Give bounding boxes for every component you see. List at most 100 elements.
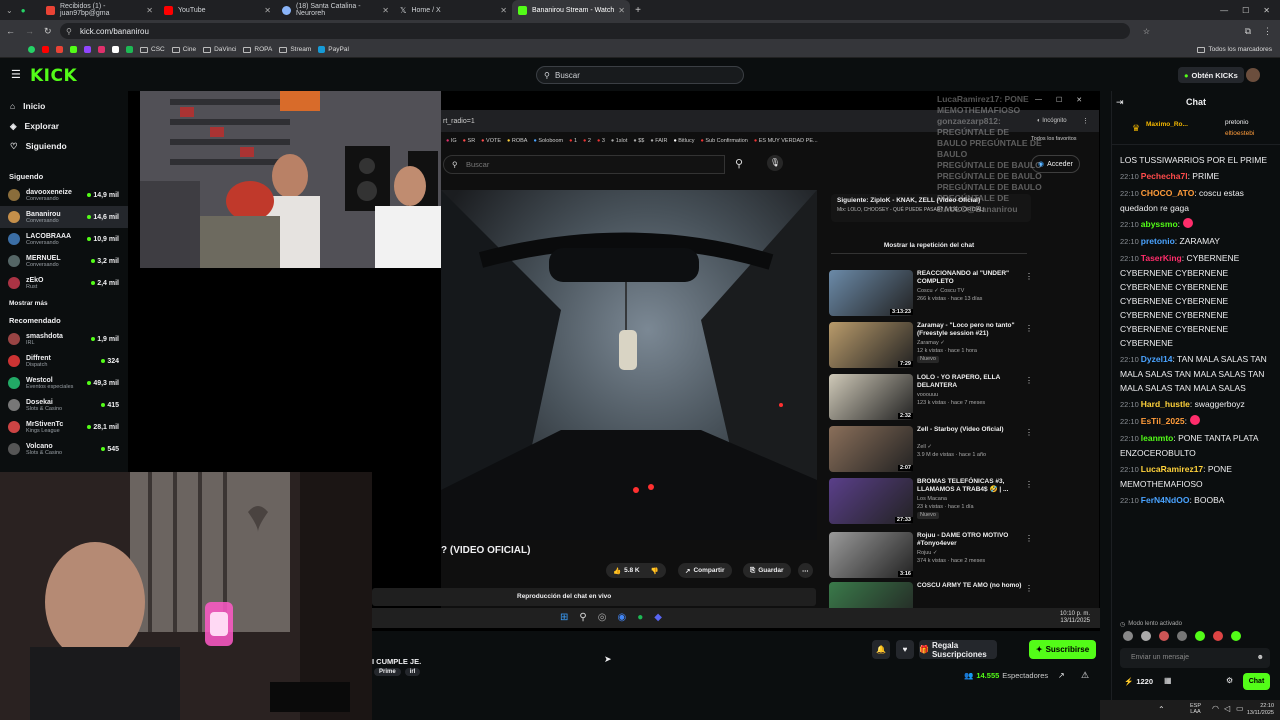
tab-kick-active[interactable]: Bananirou Stream - Watch ✕ — [512, 0, 630, 20]
site-info-icon[interactable]: ⚲ — [66, 27, 72, 36]
sidebar-channel[interactable]: Westcol Eventos especiales 49,3 mil — [0, 372, 128, 394]
message-username[interactable]: abyssmo — [1141, 219, 1178, 229]
close-tab-icon[interactable]: ✕ — [618, 6, 625, 15]
tab-youtube[interactable]: YouTube ✕ — [158, 0, 276, 20]
message-username[interactable]: leanmto — [1141, 433, 1174, 443]
settings-icon[interactable]: ⚙ — [1226, 676, 1233, 685]
emote-icon[interactable] — [1159, 631, 1169, 641]
user-avatar[interactable] — [1246, 68, 1260, 82]
whatsapp-tab-icon[interactable]: ● — [21, 6, 26, 15]
emoji-icon[interactable]: ☻ — [1257, 648, 1264, 668]
twitch-icon[interactable] — [84, 46, 91, 53]
sidebar-channel[interactable]: Bananirou Conversando 14,6 mil — [0, 206, 128, 228]
message-username[interactable]: pretonio — [1141, 236, 1175, 246]
collapse-chat-icon[interactable]: ⇥ — [1116, 97, 1124, 108]
all-bookmarks[interactable]: Todos los marcadores — [1197, 46, 1272, 53]
close-tab-icon[interactable]: ✕ — [146, 6, 153, 15]
top-user-3[interactable]: eltioestebi — [1225, 130, 1254, 137]
message-username[interactable]: CHOCO_ATO — [1141, 188, 1195, 198]
system-clock[interactable]: 22:10 13/11/2025 — [1247, 703, 1274, 717]
notification-bell-button[interactable]: 🔔 — [872, 640, 890, 659]
sidebar-channel[interactable]: MERNUEL Conversando 3,2 mil — [0, 250, 128, 272]
spotify-icon[interactable] — [126, 46, 133, 53]
kick-icon[interactable] — [70, 46, 77, 53]
sidebar-channel[interactable]: MrStivenTc Kings League 28,1 mil — [0, 416, 128, 438]
emote-icon[interactable] — [1213, 631, 1223, 641]
minimize-icon[interactable]: — — [1220, 6, 1228, 15]
new-tab-button[interactable]: + — [630, 5, 646, 16]
close-tab-icon[interactable]: ✕ — [500, 6, 507, 15]
tag-irl[interactable]: irl — [404, 668, 421, 676]
bookmark-folder-csc[interactable]: CSC — [140, 46, 165, 53]
close-window-icon[interactable]: ✕ — [1263, 6, 1270, 15]
sidebar-channel[interactable]: davooxeneize Conversando 14,9 mil — [0, 184, 128, 206]
sidebar-channel[interactable]: Dosekai Slots & Casino 415 — [0, 394, 128, 416]
reload-icon[interactable]: ↻ — [44, 26, 52, 37]
message-username[interactable]: Hard_hustle — [1141, 399, 1190, 409]
keyboard-layout[interactable]: ESP LAA — [1190, 703, 1201, 715]
back-icon[interactable]: ← — [6, 26, 15, 36]
maximize-icon[interactable]: ☐ — [1242, 6, 1249, 15]
address-bar[interactable]: ⚲ kick.com/bananirou ☆ — [60, 23, 1150, 39]
kick-logo[interactable]: KICK — [30, 66, 77, 86]
whatsapp-icon[interactable] — [28, 46, 35, 53]
volume-icon[interactable]: ◁ — [1224, 704, 1230, 713]
gmail-icon[interactable] — [56, 46, 63, 53]
get-kicks-button[interactable]: ● Obtén KICKs — [1178, 67, 1244, 83]
bookmark-folder-davinci[interactable]: DaVinci — [203, 46, 236, 53]
tag-prime[interactable]: Prime — [374, 668, 401, 676]
message-username[interactable]: LucaRamirez17 — [1141, 464, 1203, 474]
bookmark-folder-stream[interactable]: Stream — [279, 46, 311, 53]
hamburger-menu-icon[interactable]: ☰ — [11, 68, 21, 81]
emote-icon[interactable] — [1195, 631, 1205, 641]
menu-icon[interactable]: ⋮ — [1263, 26, 1272, 37]
kick-search-input[interactable]: ⚲ Buscar — [536, 66, 744, 84]
sidebar-channel[interactable]: LACOBRAAA Conversando 10,9 mil — [0, 228, 128, 250]
chat-send-button[interactable]: Chat — [1243, 673, 1270, 690]
battery-icon[interactable]: ▭ — [1236, 704, 1244, 713]
follow-heart-button[interactable]: ♥ — [896, 640, 914, 659]
bookmark-folder-ropa[interactable]: ROPA — [243, 46, 272, 53]
sidebar-channel[interactable]: Diffrent Dispatch 324 — [0, 350, 128, 372]
calendar-icon[interactable]: ▦ — [1164, 676, 1172, 685]
nav-explore[interactable]: ◈ Explorar — [0, 116, 128, 136]
show-more-link[interactable]: Mostrar más — [0, 294, 128, 312]
sidebar-channel[interactable]: zEkO Rust 2,4 mil — [0, 272, 128, 294]
kicks-balance[interactable]: ⚡ 1220 — [1124, 677, 1153, 686]
message-username[interactable]: EsTil_2025 — [1141, 416, 1185, 426]
top-user-1[interactable]: Maximo_Ro... — [1146, 121, 1188, 128]
message-username[interactable]: Pechecha7l — [1141, 171, 1188, 181]
nav-following[interactable]: ♡ Siguiendo — [0, 136, 128, 156]
tab-x[interactable]: 𝕏 Home / X ✕ — [394, 0, 512, 20]
close-tab-icon[interactable]: ✕ — [264, 6, 271, 15]
message-username[interactable]: FerN4NdOO — [1141, 495, 1190, 505]
tab-search-icon[interactable]: ⌄ — [6, 6, 13, 15]
bookmark-star-icon[interactable]: ☆ — [1143, 27, 1150, 36]
bookmark-paypal[interactable]: PayPal — [318, 46, 349, 53]
x-icon[interactable] — [112, 46, 119, 53]
bookmark-folder-cine[interactable]: Cine — [171, 46, 196, 53]
instagram-icon[interactable] — [98, 46, 105, 53]
report-icon[interactable]: ⚠ — [1081, 670, 1089, 681]
forward-icon[interactable]: → — [25, 26, 34, 36]
message-username[interactable]: Dyzel14 — [1141, 354, 1173, 364]
nav-home[interactable]: ⌂ Inicio — [0, 96, 128, 116]
tab-santa-catalina[interactable]: (18) Santa Catalina - Neuroreh ✕ — [276, 0, 394, 20]
message-username[interactable]: TaserKing — [1141, 253, 1182, 263]
gift-subs-button[interactable]: 🎁 Regala Suscripciones — [919, 640, 997, 659]
emote-icon[interactable] — [1231, 631, 1241, 641]
top-user-2[interactable]: pretonio — [1225, 119, 1249, 126]
extensions-icon[interactable]: ⧉ — [1245, 26, 1251, 37]
emote-icon[interactable] — [1141, 631, 1151, 641]
wifi-icon[interactable]: ◠ — [1212, 704, 1219, 713]
chat-message-input[interactable]: Enviar un mensaje ☻ — [1120, 648, 1270, 668]
close-tab-icon[interactable]: ✕ — [382, 6, 389, 15]
emote-icon[interactable] — [1177, 631, 1187, 641]
sidebar-channel[interactable]: Volcano Slots & Casino 545 — [0, 438, 128, 460]
tab-gmail[interactable]: Recibidos (1) - juan97bp@gma ✕ — [40, 0, 158, 20]
emote-icon[interactable] — [1123, 631, 1133, 641]
tray-chevron-icon[interactable]: ⌃ — [1158, 705, 1165, 714]
share-icon[interactable]: ↗ — [1058, 671, 1065, 680]
youtube-icon[interactable] — [42, 46, 49, 53]
subscribe-button[interactable]: ✦ Suscribirse — [1029, 640, 1096, 659]
